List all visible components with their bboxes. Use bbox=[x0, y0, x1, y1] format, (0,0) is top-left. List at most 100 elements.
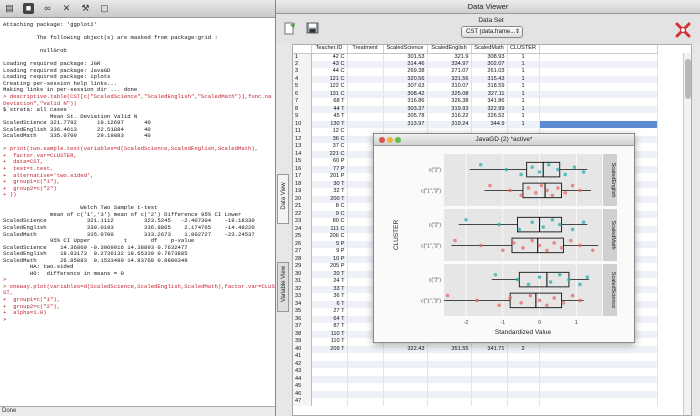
table-cell[interactable]: 44 T bbox=[311, 105, 348, 113]
table-cell[interactable]: 20 T bbox=[311, 270, 348, 278]
table-cell[interactable]: 131 C bbox=[311, 90, 348, 98]
table-cell[interactable]: 221 C bbox=[311, 150, 348, 158]
row-number[interactable]: 39 bbox=[293, 338, 312, 346]
row-number[interactable]: 26 bbox=[293, 240, 312, 248]
table-cell[interactable]: 205 P bbox=[311, 263, 348, 271]
table-cell[interactable]: 319.93 bbox=[427, 105, 472, 113]
table-cell[interactable] bbox=[539, 345, 658, 353]
table-cell[interactable] bbox=[383, 368, 428, 376]
table-cell[interactable]: 80 C bbox=[311, 218, 348, 226]
close-window-button[interactable] bbox=[379, 137, 385, 143]
tab-variable-view[interactable]: Variable View bbox=[277, 262, 289, 312]
table-cell[interactable] bbox=[383, 360, 428, 368]
table-cell[interactable]: 8 C bbox=[311, 203, 348, 211]
table-cell[interactable]: 110 T bbox=[311, 338, 348, 346]
table-cell[interactable] bbox=[471, 398, 508, 406]
row-number[interactable]: 20 bbox=[293, 195, 312, 203]
table-cell[interactable]: 10 P bbox=[311, 255, 348, 263]
table-cell[interactable] bbox=[347, 53, 384, 61]
table-cell[interactable]: 43 C bbox=[311, 60, 348, 68]
row-number[interactable]: 22 bbox=[293, 210, 312, 218]
table-row[interactable]: 4 121 C 320.56 331.56 315.43 1 bbox=[293, 75, 658, 83]
table-cell[interactable] bbox=[427, 353, 472, 361]
table-cell[interactable]: 351.55 bbox=[427, 345, 472, 353]
table-cell[interactable]: 1 bbox=[507, 90, 540, 98]
table-row[interactable]: 6 131 C 308.42 325.08 327.11 1 bbox=[293, 90, 658, 98]
row-number[interactable]: 5 bbox=[293, 83, 312, 91]
table-cell[interactable] bbox=[427, 375, 472, 383]
row-number[interactable]: 10 bbox=[293, 120, 312, 128]
table-cell[interactable]: 331.56 bbox=[427, 75, 472, 83]
table-cell[interactable]: 60 P bbox=[311, 158, 348, 166]
row-number[interactable]: 41 bbox=[293, 353, 312, 361]
table-cell[interactable] bbox=[539, 375, 658, 383]
table-row[interactable]: 10 130 T 313.97 319.24 344.9 1 bbox=[293, 120, 658, 128]
table-cell[interactable] bbox=[471, 375, 508, 383]
dataset-select[interactable]: CST (data.frame... ⇕ bbox=[461, 26, 523, 38]
table-cell[interactable]: 1 bbox=[507, 53, 540, 61]
table-cell[interactable] bbox=[383, 375, 428, 383]
table-cell[interactable]: 316.86 bbox=[383, 98, 428, 106]
stop-icon[interactable]: ■ bbox=[23, 3, 34, 14]
row-number[interactable]: 33 bbox=[293, 293, 312, 301]
table-cell[interactable]: 320.56 bbox=[383, 75, 428, 83]
table-row[interactable]: 47 bbox=[293, 398, 658, 406]
table-cell[interactable] bbox=[347, 113, 384, 121]
table-cell[interactable] bbox=[471, 390, 508, 398]
table-cell[interactable]: 77 P bbox=[311, 165, 348, 173]
row-number[interactable]: 18 bbox=[293, 180, 312, 188]
table-cell[interactable]: 1 bbox=[507, 113, 540, 121]
row-number[interactable]: 34 bbox=[293, 300, 312, 308]
table-cell[interactable] bbox=[347, 360, 384, 368]
table-cell[interactable] bbox=[539, 90, 658, 98]
table-cell[interactable] bbox=[539, 398, 658, 406]
row-number[interactable]: 24 bbox=[293, 225, 312, 233]
table-cell[interactable]: 1 bbox=[507, 75, 540, 83]
table-cell[interactable]: 261.03 bbox=[471, 68, 508, 76]
column-header[interactable]: ScaledEnglish bbox=[427, 45, 472, 54]
table-cell[interactable] bbox=[311, 368, 348, 376]
table-cell[interactable]: 33 T bbox=[311, 285, 348, 293]
table-cell[interactable] bbox=[347, 398, 384, 406]
table-cell[interactable] bbox=[347, 75, 384, 83]
table-cell[interactable]: 325.08 bbox=[427, 90, 472, 98]
row-number[interactable]: 3 bbox=[293, 68, 312, 76]
row-number[interactable]: 4 bbox=[293, 75, 312, 83]
table-cell[interactable] bbox=[539, 105, 658, 113]
tab-data-view[interactable]: Data View bbox=[277, 174, 289, 224]
table-cell[interactable]: 130 T bbox=[311, 120, 348, 128]
table-cell[interactable]: 24 T bbox=[311, 278, 348, 286]
table-cell[interactable]: 326.38 bbox=[427, 98, 472, 106]
table-cell[interactable]: 30 T bbox=[311, 180, 348, 188]
minimize-window-button[interactable] bbox=[387, 137, 393, 143]
table-cell[interactable]: 314.46 bbox=[383, 60, 428, 68]
remove-dataset-icon[interactable] bbox=[675, 22, 691, 38]
row-number[interactable]: 27 bbox=[293, 248, 312, 256]
table-cell[interactable] bbox=[311, 383, 348, 391]
table-cell[interactable] bbox=[507, 360, 540, 368]
table-cell[interactable]: 1 bbox=[507, 120, 540, 128]
table-cell[interactable]: 322.99 bbox=[471, 105, 508, 113]
table-cell[interactable]: 316.22 bbox=[427, 113, 472, 121]
table-cell[interactable]: 42 C bbox=[311, 53, 348, 61]
row-number[interactable]: 37 bbox=[293, 323, 312, 331]
table-cell[interactable]: 121 C bbox=[311, 75, 348, 83]
table-cell[interactable]: 1 bbox=[507, 68, 540, 76]
row-number[interactable]: 42 bbox=[293, 360, 312, 368]
table-cell[interactable]: 1 bbox=[507, 98, 540, 106]
table-cell[interactable] bbox=[539, 120, 658, 128]
table-cell[interactable]: 12 C bbox=[311, 128, 348, 136]
table-cell[interactable] bbox=[539, 360, 658, 368]
table-cell[interactable]: 206 C bbox=[311, 233, 348, 241]
table-cell[interactable] bbox=[383, 383, 428, 391]
table-row[interactable]: 42 bbox=[293, 360, 658, 368]
row-number[interactable]: 16 bbox=[293, 165, 312, 173]
table-cell[interactable] bbox=[507, 368, 540, 376]
table-cell[interactable] bbox=[347, 345, 384, 353]
table-cell[interactable]: 308.93 bbox=[471, 53, 508, 61]
table-row[interactable]: 46 bbox=[293, 390, 658, 398]
table-cell[interactable] bbox=[427, 383, 472, 391]
table-cell[interactable] bbox=[539, 75, 658, 83]
row-number[interactable]: 47 bbox=[293, 398, 312, 406]
column-header[interactable] bbox=[293, 45, 312, 54]
